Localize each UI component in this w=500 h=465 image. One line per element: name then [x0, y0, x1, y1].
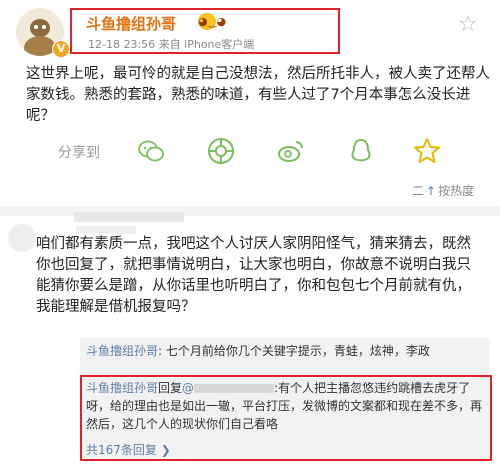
vip-emoji-icon: ◕‿◕ [198, 13, 227, 30]
sort-divider-icon: 二 [412, 184, 425, 198]
sort-label: 按热度 [438, 184, 475, 198]
wechat-icon[interactable] [136, 136, 166, 166]
weibo-icon[interactable] [276, 136, 306, 166]
share-label: 分享到 [58, 145, 100, 161]
poster-name[interactable]: 斗鱼撸组孙哥 [86, 13, 176, 34]
qq-icon[interactable] [346, 136, 376, 166]
reply-author[interactable]: 斗鱼撸组孙哥 [86, 381, 158, 395]
sort-arrow-icon: ↑ [426, 184, 437, 198]
moments-icon[interactable] [206, 136, 236, 166]
mention-at[interactable]: @ [182, 381, 194, 395]
commenter-avatar[interactable] [8, 224, 36, 252]
reply-item[interactable]: 斗鱼撸组孙哥: 七个月前给你几个关键字提示，青蛙，炫神，李政 [86, 342, 482, 360]
post-body: 这世界上呢，最可怜的就是自己没想法，然后所托非人，被人卖了还帮人家数钱。熟悉的套… [26, 66, 490, 124]
favorite-star-icon[interactable]: ☆ [458, 12, 478, 37]
sort-toggle[interactable]: 二 ↑ 按热度 [412, 182, 474, 199]
qzone-star-icon[interactable] [412, 136, 442, 166]
post-meta: 12-18 23:56 来自 iPhone客户端 [88, 38, 255, 51]
comment-body: 咱们都有素质一点，我吧这个人讨厌人家阴阳怪气，猜来猜去，既然你也回复了，就把事情… [36, 236, 471, 315]
reply-item[interactable]: 斗鱼撸组孙哥回复@:有个人把主播忽悠违约跳槽去虎牙了呀，给的理由也是如出一辙，平… [86, 379, 486, 433]
reply-author[interactable]: 斗鱼撸组孙哥 [86, 344, 158, 358]
more-replies-link[interactable]: 共167条回复 ❯ [86, 441, 171, 458]
verified-badge-icon: V [52, 40, 70, 58]
commenter-name-redacted [74, 212, 184, 222]
mention-redacted [194, 384, 275, 393]
reply-text: 七个月前给你几个关键字提示，青蛙，炫神，李政 [165, 344, 430, 358]
reply-word: 回复 [158, 381, 183, 395]
comment-meta-redacted [76, 226, 136, 234]
